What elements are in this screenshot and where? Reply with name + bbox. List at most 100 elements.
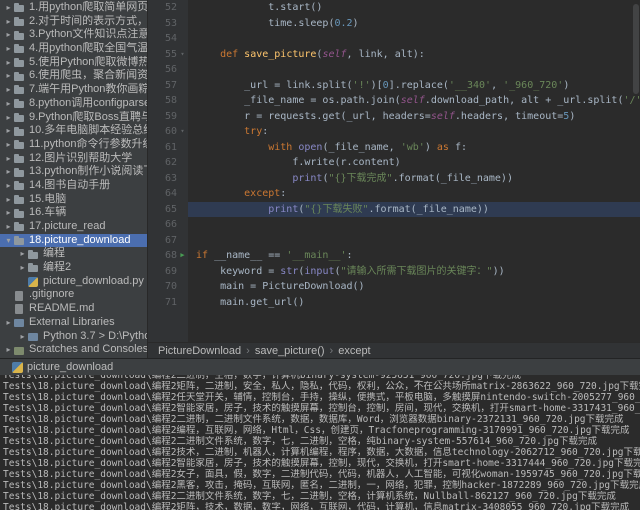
tree-item[interactable]: ▸ 5.使用Python爬取微博热搜 bbox=[0, 56, 147, 70]
tree-item[interactable]: ▸ 17.picture_read bbox=[0, 220, 147, 234]
folder-icon bbox=[13, 180, 26, 191]
code-line[interactable]: 66 bbox=[148, 217, 640, 233]
code-line[interactable]: 53 time.sleep(0.2) bbox=[148, 16, 640, 32]
tree-item[interactable]: ▸ 编程 bbox=[0, 247, 147, 261]
tree-item[interactable]: ▸ 2.对于时间的表示方式，你可... bbox=[0, 15, 147, 29]
folder-icon bbox=[13, 2, 26, 13]
chevron-right-icon[interactable]: ▸ bbox=[4, 97, 13, 111]
tree-item[interactable]: picture_download.py bbox=[0, 275, 147, 289]
tree-item[interactable]: ▸ 编程2 bbox=[0, 261, 147, 275]
tree-item[interactable]: ▸ 1.用python爬取简单网页 bbox=[0, 1, 147, 15]
tree-item[interactable]: ▾ 18.picture_download bbox=[0, 233, 147, 248]
chevron-right-icon[interactable]: ▸ bbox=[4, 206, 13, 220]
line-number: 68 bbox=[164, 250, 177, 261]
code-line[interactable]: 56 bbox=[148, 62, 640, 78]
code-line[interactable]: 61 with open(_file_name, 'wb') as f: bbox=[148, 140, 640, 156]
tree-item[interactable]: README.md bbox=[0, 302, 147, 316]
chevron-right-icon[interactable]: ▸ bbox=[4, 1, 13, 15]
run-arrow-icon[interactable]: ▶ bbox=[177, 248, 188, 264]
chevron-right-icon[interactable]: ▸ bbox=[4, 83, 13, 97]
breadcrumb-separator: › bbox=[246, 344, 250, 357]
code-text: print("{}下载完成".format(_file_name)) bbox=[292, 172, 513, 184]
console-line: Tests\18.picture_download\编程2二进制文件系统，数字，… bbox=[3, 436, 597, 447]
code-line[interactable]: 57 _url = link.split('!')[0].replace('__… bbox=[148, 78, 640, 94]
code-line[interactable]: 54 bbox=[148, 31, 640, 47]
tree-item-label: 10.多年电脑脚本经验总结 bbox=[29, 124, 147, 137]
editor-scrollbar[interactable] bbox=[632, 0, 640, 342]
code-line[interactable]: 60 ▾ try: bbox=[148, 124, 640, 140]
breadcrumb-item[interactable]: PictureDownload bbox=[156, 345, 243, 357]
chevron-right-icon[interactable]: ▸ bbox=[4, 69, 13, 83]
console-line: Tests\18.picture_download\编程2矩阵，二进制，安全，私… bbox=[3, 381, 640, 392]
chevron-right-icon[interactable]: ▸ bbox=[18, 247, 27, 261]
line-number: 64 bbox=[164, 188, 177, 199]
chevron-right-icon[interactable]: ▸ bbox=[4, 42, 13, 56]
tree-item[interactable]: ▸ 11.python命令行参数升级指南 bbox=[0, 138, 147, 152]
tree-item[interactable]: ▸ 16.车辆 bbox=[0, 206, 147, 220]
tree-item[interactable]: ▸ 6.使用爬虫，聚合新闻资讯爬... bbox=[0, 69, 147, 83]
folder-icon bbox=[13, 221, 26, 232]
chevron-right-icon[interactable]: ▸ bbox=[4, 165, 13, 179]
chevron-right-icon[interactable]: ▸ bbox=[4, 15, 13, 29]
code-line[interactable]: 67 bbox=[148, 233, 640, 249]
chevron-right-icon[interactable]: ▸ bbox=[4, 152, 13, 166]
code-line[interactable]: 63 print("{}下载完成".format(_file_name)) bbox=[148, 171, 640, 187]
chevron-right-icon[interactable]: ▸ bbox=[4, 56, 13, 70]
tree-item[interactable]: .gitignore bbox=[0, 288, 147, 302]
chevron-right-icon[interactable]: ▸ bbox=[4, 220, 13, 234]
code-line[interactable]: 64 except: bbox=[148, 186, 640, 202]
code-line[interactable]: 62 f.write(r.content) bbox=[148, 155, 640, 171]
code-line[interactable]: 55 ▾ def save_picture(self, link, alt): bbox=[148, 47, 640, 63]
chevron-right-icon[interactable]: ▸ bbox=[4, 343, 13, 357]
tree-item[interactable]: ▸ 10.多年电脑脚本经验总结 bbox=[0, 124, 147, 138]
code-text: main.get_url() bbox=[196, 296, 305, 308]
tree-item[interactable]: ▸ Python 3.7 > D:\Python... bbox=[0, 330, 147, 344]
chevron-right-icon[interactable]: ▸ bbox=[4, 193, 13, 207]
code-line[interactable]: 59 r = requests.get(_url, headers=self.h… bbox=[148, 109, 640, 125]
code-line[interactable]: 68 ▶ if __name__ == '__main__': bbox=[148, 248, 640, 264]
code-line[interactable]: 58 _file_name = os.path.join(self.downlo… bbox=[148, 93, 640, 109]
code-line[interactable]: 52 t.start() bbox=[148, 0, 640, 16]
chevron-right-icon[interactable]: ▸ bbox=[4, 111, 13, 125]
tree-item[interactable]: ▸ 3.Python文件知识点注意（自... bbox=[0, 28, 147, 42]
code-editor[interactable]: 52 t.start() 53 time.sleep(0.2) 54 55 ▾ def … bbox=[148, 0, 640, 342]
tree-item[interactable]: ▸ Scratches and Consoles bbox=[0, 343, 147, 357]
code-line[interactable]: 69 keyword = str(input("请输入所需下载图片的关键字：")… bbox=[148, 264, 640, 280]
code-line[interactable]: 70 main = PictureDownload() bbox=[148, 279, 640, 295]
console-tab-label: picture_download bbox=[27, 361, 114, 373]
tree-item[interactable]: ▸ 14.图书自动手册 bbox=[0, 179, 147, 193]
project-tree[interactable]: ▸ 1.用python爬取简单网页 ▸ 2.对于时间的表示方式，你可... ▸ 3.Pyt… bbox=[0, 0, 148, 358]
scrollbar-thumb[interactable] bbox=[633, 4, 639, 94]
fold-icon[interactable]: ▾ bbox=[177, 47, 188, 63]
tree-item[interactable]: ▸ 12.图片识别帮助大学 bbox=[0, 152, 147, 166]
console-tab[interactable]: picture_download bbox=[6, 359, 119, 375]
chevron-right-icon[interactable]: ▸ bbox=[4, 124, 13, 138]
scratch-icon bbox=[13, 345, 26, 356]
chevron-right-icon[interactable]: ▸ bbox=[4, 138, 13, 152]
code-line[interactable]: 65 print("{}下载失败".format(_file_name)) bbox=[148, 201, 640, 217]
chevron-right-icon[interactable]: ▸ bbox=[4, 179, 13, 193]
gutter-cell: 60 ▾ bbox=[148, 124, 188, 140]
tree-item-label: 1.用python爬取简单网页 bbox=[29, 1, 147, 13]
code-line[interactable]: 71 main.get_url() bbox=[148, 295, 640, 311]
chevron-right-icon[interactable]: ▸ bbox=[4, 316, 13, 330]
chevron-right-icon[interactable]: ▸ bbox=[4, 28, 13, 42]
tree-item[interactable]: ▸ 13.python制作小说阅读下载... bbox=[0, 165, 147, 179]
gutter-cell: 70 bbox=[148, 279, 188, 295]
tree-item[interactable]: ▸ 15.电脑 bbox=[0, 193, 147, 207]
tree-item[interactable]: ▸ 4.用python爬取全国气温排行... bbox=[0, 42, 147, 56]
tree-item[interactable]: ▸ 9.Python爬取Boss直聘与你分析 bbox=[0, 111, 147, 125]
fold-icon[interactable]: ▾ bbox=[177, 124, 188, 140]
tree-item[interactable]: ▸ 7.端午用Python教你画粽子表... bbox=[0, 83, 147, 97]
breadcrumb-item[interactable]: save_picture() bbox=[253, 345, 327, 357]
breadcrumb-item[interactable]: except bbox=[336, 345, 372, 357]
chevron-right-icon[interactable]: ▸ bbox=[18, 330, 27, 344]
tree-item[interactable]: ▸ External Libraries bbox=[0, 316, 147, 330]
tree-item[interactable]: ▸ 8.python调用configparser... bbox=[0, 97, 147, 111]
code-text: t.start() bbox=[196, 2, 323, 13]
tree-item-label: 15.电脑 bbox=[29, 192, 67, 205]
chevron-down-icon[interactable]: ▾ bbox=[4, 234, 13, 248]
chevron-right-icon[interactable]: ▸ bbox=[18, 261, 27, 275]
console-output[interactable]: Tests\18.picture_download\编程2二进制，空格，数字，计… bbox=[0, 375, 640, 510]
